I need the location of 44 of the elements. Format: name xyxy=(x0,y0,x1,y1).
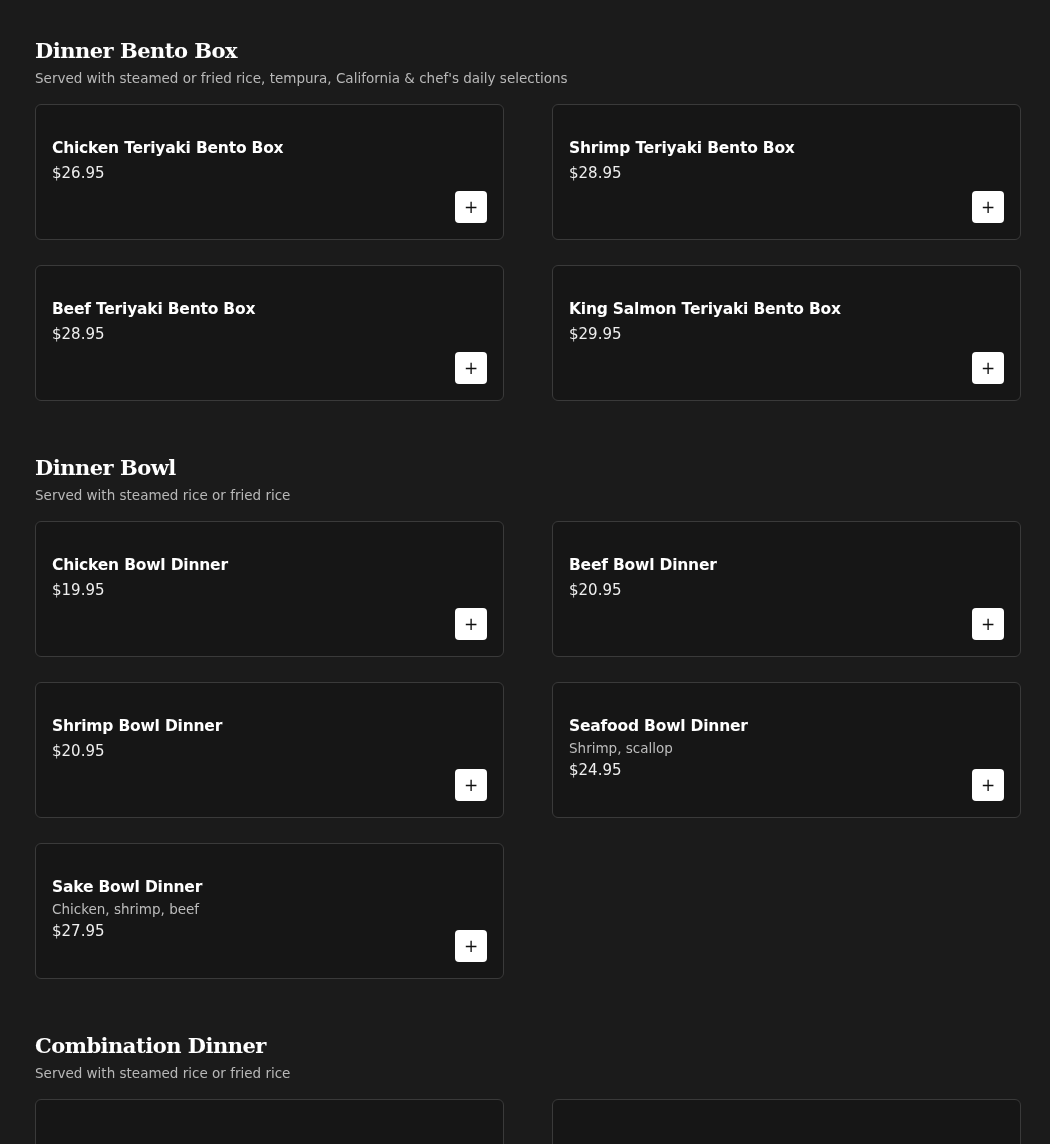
item-price: $27.95 xyxy=(52,921,106,942)
menu-item-card[interactable]: Shrimp Teriyaki Bento Box $28.95 + xyxy=(552,104,1021,240)
item-name: Chicken Bowl Dinner xyxy=(52,555,228,576)
add-button[interactable]: + xyxy=(455,930,487,962)
item-name: Beef Bowl Dinner xyxy=(569,555,717,576)
menu-item-card[interactable]: Seafood Bowl Dinner Shrimp, scallop $24.95 + xyxy=(552,682,1021,818)
item-name: Shrimp Bowl Dinner xyxy=(52,716,223,737)
add-button[interactable]: + xyxy=(972,608,1004,640)
item-name: Shrimp Teriyaki Bento Box xyxy=(569,138,795,159)
item-price: $28.95 xyxy=(569,163,623,184)
item-name: Chicken Teriyaki Bento Box xyxy=(52,138,284,159)
add-button[interactable]: + xyxy=(972,191,1004,223)
item-name: Sake Bowl Dinner xyxy=(52,877,203,898)
add-button[interactable]: + xyxy=(455,769,487,801)
menu-item-card[interactable]: Chicken Bowl Dinner $19.95 + xyxy=(35,521,504,657)
item-price: $26.95 xyxy=(52,163,106,184)
item-price: $20.95 xyxy=(52,741,106,762)
menu-item-card[interactable]: Sake Bowl Dinner Chicken, shrimp, beef $27.95 + xyxy=(35,843,504,979)
item-price: $19.95 xyxy=(52,580,106,601)
section-description: Served with steamed or fried rice, tempura, California & chef's daily selections xyxy=(35,69,569,88)
menu-item-card[interactable]: King Salmon Teriyaki Bento Box $29.95 + xyxy=(552,265,1021,401)
item-name: Beef Teriyaki Bento Box xyxy=(52,299,256,320)
item-price: $28.95 xyxy=(52,324,106,345)
section-description: Served with steamed rice or fried rice xyxy=(35,1064,292,1083)
item-name: Seafood Bowl Dinner xyxy=(569,716,748,737)
menu-item-card[interactable]: Beef Bowl Dinner $20.95 + xyxy=(552,521,1021,657)
item-details: Shrimp, scallop xyxy=(569,739,674,758)
menu-item-card[interactable]: Shrimp Bowl Dinner $20.95 + xyxy=(35,682,504,818)
add-button[interactable]: + xyxy=(972,352,1004,384)
menu-item-card[interactable]: Chicken Teriyaki Bento Box $26.95 + xyxy=(35,104,504,240)
item-price: $29.95 xyxy=(569,324,623,345)
item-price: $20.95 xyxy=(569,580,623,601)
item-details: Chicken, shrimp, beef xyxy=(52,900,201,919)
add-button[interactable]: + xyxy=(455,352,487,384)
menu-item-card[interactable]: Beef Teriyaki Bento Box $28.95 + xyxy=(35,265,504,401)
section-title: Dinner Bento Box xyxy=(35,37,239,65)
item-name: King Salmon Teriyaki Bento Box xyxy=(569,299,841,320)
add-button[interactable]: + xyxy=(455,191,487,223)
section-title: Dinner Bowl xyxy=(35,454,177,482)
add-button[interactable]: + xyxy=(455,608,487,640)
section-title: Combination Dinner xyxy=(35,1032,268,1060)
item-price: $24.95 xyxy=(569,760,623,781)
add-button[interactable]: + xyxy=(972,769,1004,801)
section-description: Served with steamed rice or fried rice xyxy=(35,486,292,505)
